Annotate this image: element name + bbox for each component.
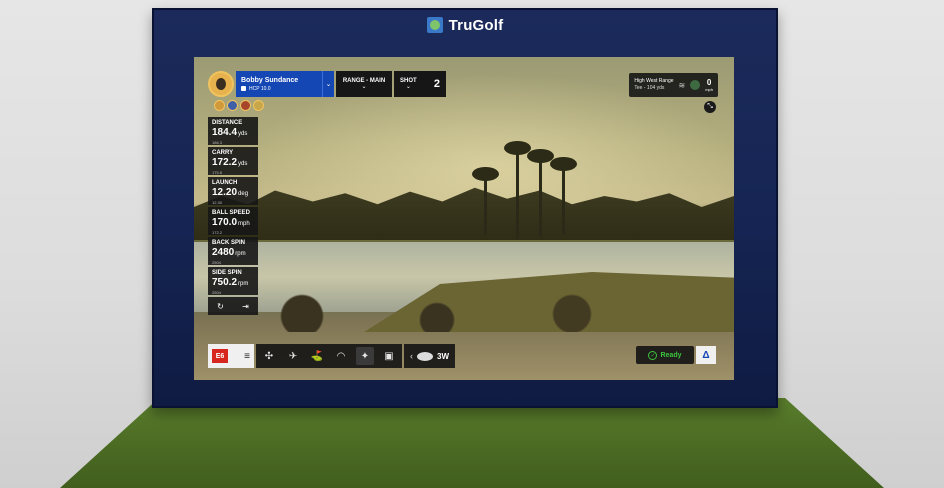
stat-value-group: 172.2yds	[212, 157, 254, 170]
turf-floor	[60, 398, 884, 488]
stats-footer: ↻ ⇥	[208, 297, 258, 315]
player-info[interactable]: Bobby Sundance HCP 10.0	[236, 71, 322, 97]
stat-value: 2480	[212, 247, 235, 258]
stat-launch: LAUNCH 12.20deg 12.30	[208, 177, 258, 205]
stat-sub: 172.2	[212, 230, 223, 235]
player-name: Bobby Sundance	[241, 76, 299, 84]
main-menu-button[interactable]: E6 ≡	[208, 344, 254, 368]
e6-logo-icon: E6	[212, 349, 228, 363]
ready-status: ✓ Ready	[636, 346, 694, 364]
palm-tree	[527, 149, 554, 237]
stat-value: 170.0	[212, 217, 238, 228]
trugolf-logo-icon	[426, 17, 443, 33]
stat-unit: yds	[238, 131, 248, 137]
palm-tree	[504, 141, 531, 239]
stat-value-group: 184.4yds	[212, 127, 254, 140]
shot-selector[interactable]: SHOT ⌄ 2	[394, 71, 446, 97]
stat-value: 750.2	[212, 277, 238, 288]
view-icon[interactable]: ✦	[356, 347, 374, 365]
chevron-down-icon: ⌄	[361, 84, 367, 90]
stat-value: 184.4	[212, 127, 238, 138]
bottom-toolbar: E6 ≡ ✣ ✈ ⛳ ◠ ✦ ▣ ‹ 3W	[208, 344, 455, 368]
aim-tool-icon[interactable]: ✣	[260, 347, 278, 365]
stat-unit: rpm	[235, 251, 246, 257]
wind-direction-icon	[690, 80, 701, 90]
stat-value-group: 12.20deg	[212, 187, 254, 200]
wind-speed-unit: mph	[705, 86, 713, 92]
stat-ball-speed: BALL SPEED 170.0mph 172.2	[208, 207, 258, 235]
simulator-screen: Bobby Sundance HCP 10.0 ⌄ RANGE - MAIN ⌄…	[194, 57, 734, 380]
chevron-left-icon[interactable]: ‹	[410, 351, 413, 361]
stat-sub: 12.30	[212, 200, 223, 205]
collapse-icon[interactable]: ⤡	[704, 101, 716, 113]
stat-unit: mph	[238, 221, 250, 227]
stat-value: 12.20	[212, 187, 238, 198]
palm-tree	[472, 167, 499, 235]
player-avatar-small[interactable]	[240, 100, 251, 111]
stat-name: SIDE SPIN	[212, 270, 242, 276]
stat-carry: CARRY 172.2yds 175.5	[208, 147, 258, 175]
export-icon[interactable]: ⇥	[242, 302, 249, 311]
range-select-button[interactable]: RANGE - MAIN ⌄	[336, 71, 392, 97]
stat-name: CARRY	[212, 150, 234, 156]
refresh-icon[interactable]: ↻	[217, 302, 224, 311]
stat-unit: rpm	[238, 281, 249, 287]
stat-back-spin: BACK SPIN 2480rpm 2504	[208, 237, 258, 265]
stat-sub: 175.5	[212, 170, 223, 175]
player-avatar[interactable]	[208, 71, 234, 97]
shield-icon	[241, 86, 246, 91]
shot-number: 2	[433, 78, 440, 90]
palm-tree	[550, 157, 577, 235]
stat-value-group: 2480rpm	[212, 247, 254, 260]
stat-name: BACK SPIN	[212, 240, 246, 246]
ready-text: Ready	[660, 351, 682, 359]
chevron-down-icon: ⌄	[405, 84, 411, 90]
stat-value-group: 170.0mph	[212, 217, 254, 230]
player-avatar-small[interactable]	[253, 100, 264, 111]
players-avatars	[214, 100, 264, 111]
tee-distance: Tee - 104 yds	[634, 85, 665, 91]
club-icon	[417, 351, 433, 361]
wind-icon: ≋	[678, 80, 686, 90]
stat-sub: 2504	[212, 290, 221, 295]
stat-sub: 186.3	[212, 140, 223, 145]
trajectory-icon[interactable]: ◠	[332, 347, 350, 365]
stat-value-group: 750.2rpm	[212, 277, 254, 290]
shot-label-group: SHOT ⌄	[400, 78, 417, 90]
stat-side-spin: SIDE SPIN 750.2rpm 2504	[208, 267, 258, 295]
chevron-down-icon: ⌄	[325, 81, 332, 88]
stat-unit: deg	[238, 191, 249, 197]
flyover-icon[interactable]: ✈	[284, 347, 302, 365]
pin-icon[interactable]: ⛳	[308, 347, 326, 365]
player-hcp-text: HCP 10.0	[249, 85, 271, 92]
stat-name: BALL SPEED	[212, 210, 250, 216]
stat-unit: yds	[238, 161, 248, 167]
stat-distance: DISTANCE 184.4yds 186.3	[208, 117, 258, 145]
range-info-panel: High West Range Tee - 104 yds ≋ 0 mph	[629, 73, 718, 97]
check-icon: ✓	[648, 350, 658, 360]
menu-icon: ≡	[244, 350, 250, 362]
rocks	[194, 292, 734, 332]
brand-name: TruGolf	[448, 16, 504, 34]
stat-value: 172.2	[212, 157, 238, 168]
enclosure-brand: TruGolf	[154, 10, 776, 40]
club-selector[interactable]: ‹ 3W	[404, 344, 455, 368]
player-avatar-small[interactable]	[227, 100, 238, 111]
camera-icon[interactable]: ▣	[380, 347, 398, 365]
range-text: High West Range Tee - 104 yds	[634, 78, 673, 92]
club-name: 3W	[437, 351, 449, 361]
stat-name: DISTANCE	[212, 120, 243, 126]
stat-name: LAUNCH	[212, 180, 238, 186]
player-avatar-small[interactable]	[214, 100, 225, 111]
tool-group: ✣ ✈ ⛳ ◠ ✦ ▣	[256, 344, 402, 368]
stat-sub: 2504	[212, 260, 221, 265]
player-hcp: HCP 10.0	[241, 85, 317, 93]
delta-button[interactable]: Δ	[696, 346, 716, 364]
player-card[interactable]: Bobby Sundance HCP 10.0 ⌄ RANGE - MAIN ⌄…	[208, 71, 446, 97]
player-dropdown-button[interactable]: ⌄	[322, 71, 334, 97]
wind-speed-value: 0	[706, 77, 712, 87]
wind-speed: 0 mph	[705, 77, 713, 92]
shot-stats-panel: DISTANCE 184.4yds 186.3 CARRY 172.2yds 1…	[208, 117, 258, 315]
range-name: High West Range	[634, 78, 674, 84]
